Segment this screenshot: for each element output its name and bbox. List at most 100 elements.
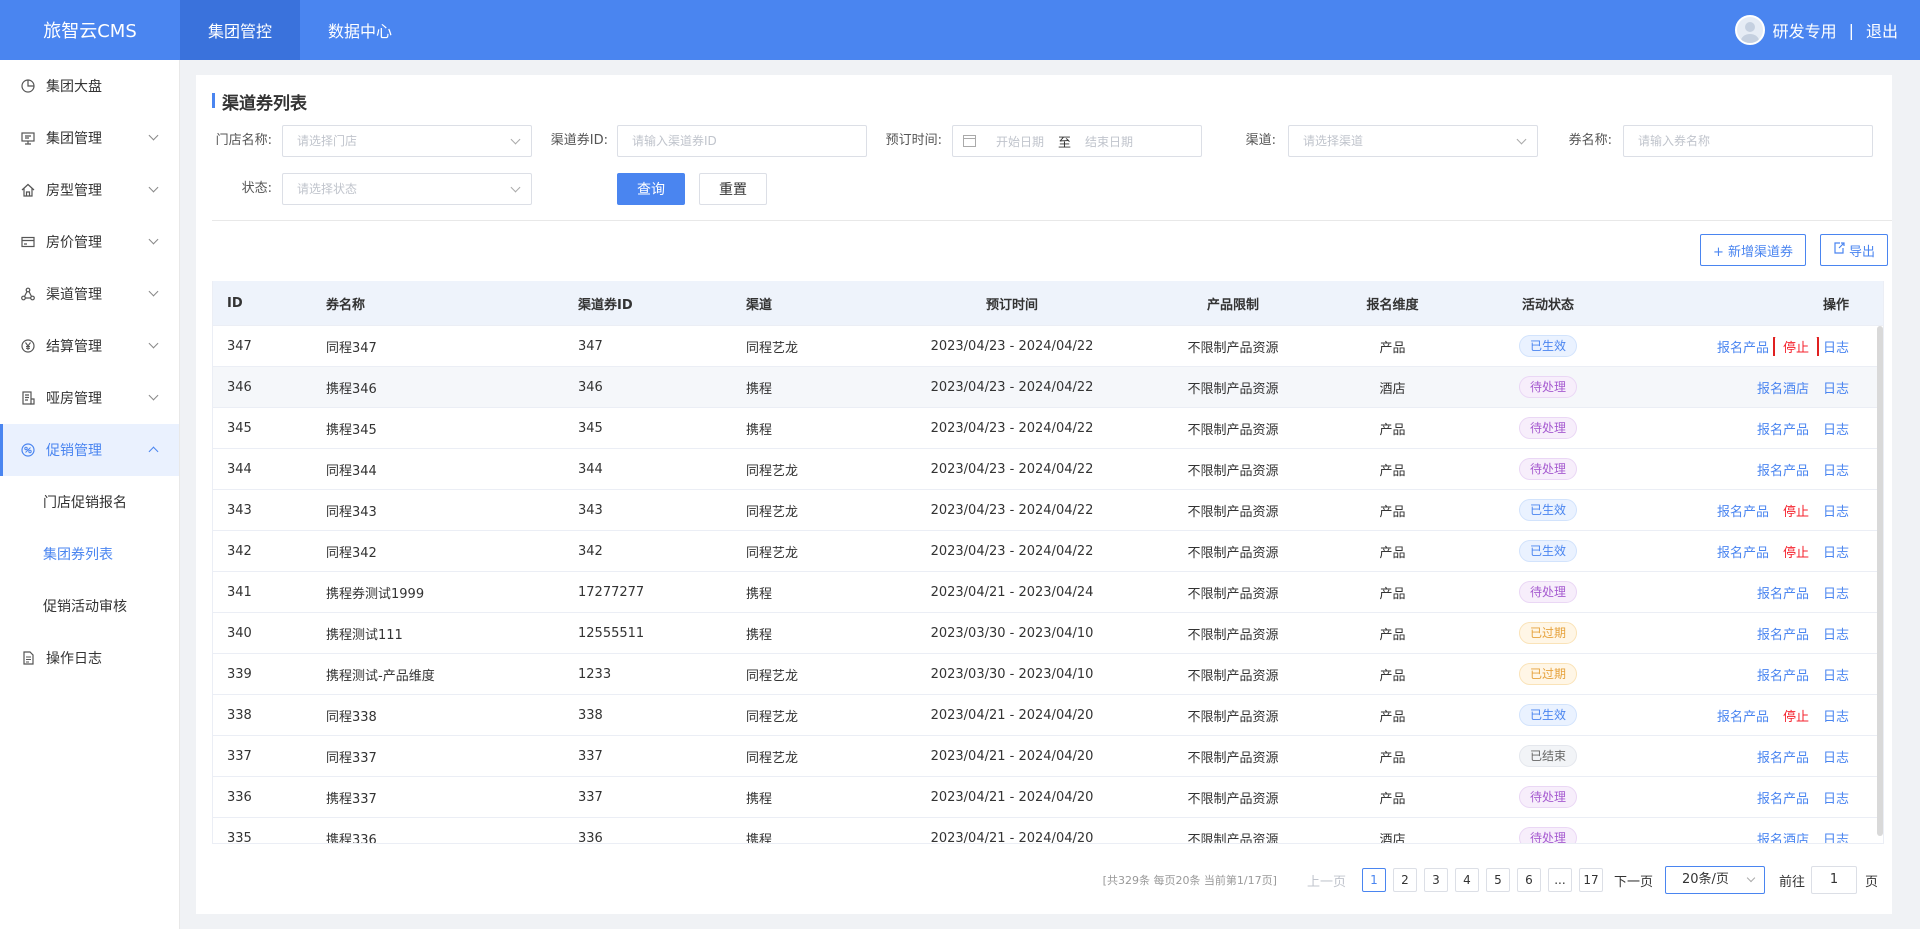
stop-link[interactable]: 停止 — [1783, 546, 1809, 561]
cell-dimension: 产品 — [1379, 586, 1406, 602]
log-link[interactable]: 日志 — [1823, 423, 1849, 438]
sidebar-subitem-store-promo-signup[interactable]: 门店促销报名 — [0, 476, 179, 528]
log-link[interactable]: 日志 — [1823, 464, 1849, 479]
table-row: 345 携程345 345 携程 2023/04/23 - 2024/04/22 不限制产… — [213, 408, 1883, 449]
signup-link[interactable]: 报名产品 — [1757, 628, 1809, 643]
cell-status: 待处理 — [1429, 417, 1667, 439]
signup-link[interactable]: 报名产品 — [1757, 587, 1809, 602]
log-link[interactable]: 日志 — [1823, 792, 1849, 807]
sidebar-item-promotion[interactable]: 促销管理 — [0, 424, 179, 476]
signup-link[interactable]: 报名产品 — [1717, 341, 1769, 356]
signup-link[interactable]: 报名酒店 — [1757, 833, 1809, 844]
signup-link[interactable]: 报名产品 — [1757, 751, 1809, 766]
page-button-6[interactable]: 6 — [1516, 868, 1541, 892]
channel-select[interactable]: 请选择渠道 — [1288, 125, 1538, 157]
cell-booking-time: 2023/03/30 - 2023/04/10 — [930, 625, 1094, 641]
sidebar-item-dummy-room[interactable]: 哑房管理 — [0, 372, 179, 424]
end-date-input[interactable]: 结束日期 — [1085, 133, 1133, 150]
cell-booking-time: 2023/04/21 - 2024/04/20 — [930, 707, 1094, 723]
next-page-button[interactable]: 下一页 — [1614, 871, 1653, 890]
signup-link[interactable]: 报名产品 — [1757, 464, 1809, 479]
page-ellipsis[interactable]: ... — [1547, 868, 1572, 892]
log-link[interactable]: 日志 — [1823, 669, 1849, 684]
sidebar-subitem-group-coupon-list[interactable]: 集团券列表 — [0, 528, 179, 580]
cell-dimension: 酒店 — [1379, 381, 1406, 397]
status-select[interactable]: 请选择状态 — [282, 173, 532, 205]
log-link[interactable]: 日志 — [1823, 628, 1849, 643]
signup-link[interactable]: 报名产品 — [1757, 423, 1809, 438]
cell-ops: 报名产品 停止 日志 — [1667, 542, 1867, 561]
user-name[interactable]: 研发专用 — [1773, 18, 1837, 42]
reset-button[interactable]: 重置 — [699, 173, 767, 205]
page-button-4[interactable]: 4 — [1454, 868, 1479, 892]
add-coupon-button[interactable]: + 新增渠道券 — [1700, 234, 1806, 266]
signup-link[interactable]: 报名产品 — [1717, 505, 1769, 520]
sidebar-item-operation-log[interactable]: 操作日志 — [0, 632, 179, 684]
cell-product-limit: 不限制产品资源 — [1187, 668, 1279, 684]
signup-link[interactable]: 报名产品 — [1757, 792, 1809, 807]
sidebar-item-settlement[interactable]: 结算管理 — [0, 320, 179, 372]
table-scrollbar[interactable] — [1877, 326, 1883, 836]
log-link[interactable]: 日志 — [1823, 505, 1849, 520]
sidebar-item-channel[interactable]: 渠道管理 — [0, 268, 179, 320]
brand-logo[interactable]: 旅智云CMS — [0, 17, 180, 43]
pie-chart-icon — [20, 78, 36, 94]
page-button-5[interactable]: 5 — [1485, 868, 1510, 892]
page-button-1[interactable]: 1 — [1361, 868, 1386, 892]
stop-link[interactable]: 停止 — [1783, 505, 1809, 520]
start-date-input[interactable]: 开始日期 — [996, 133, 1044, 150]
log-link[interactable]: 日志 — [1823, 587, 1849, 602]
cell-booking-time: 2023/04/21 - 2023/04/24 — [930, 584, 1094, 600]
stop-link[interactable]: 停止 — [1772, 336, 1819, 356]
prev-page-button[interactable]: 上一页 — [1307, 871, 1346, 890]
sidebar: 集团大盘 集团管理 房型管理 房价管理 渠道管理 结算管理 哑房管理 促销管理 … — [0, 60, 180, 929]
page-button-17[interactable]: 17 — [1578, 868, 1603, 892]
page-button-2[interactable]: 2 — [1392, 868, 1417, 892]
card-icon — [20, 234, 36, 250]
goto-page-input[interactable]: 1 — [1810, 866, 1857, 894]
cell-channel: 携程 — [746, 832, 773, 844]
sidebar-item-room-price[interactable]: 房价管理 — [0, 216, 179, 268]
page-button-3[interactable]: 3 — [1423, 868, 1448, 892]
cell-channel: 携程 — [746, 791, 773, 807]
signup-link[interactable]: 报名酒店 — [1757, 382, 1809, 397]
sidebar-item-group-management[interactable]: 集团管理 — [0, 112, 179, 164]
booking-date-range[interactable]: 开始日期 至 结束日期 — [952, 125, 1202, 157]
stop-link[interactable]: 停止 — [1783, 710, 1809, 725]
store-select[interactable]: 请选择门店 — [282, 125, 532, 157]
log-link[interactable]: 日志 — [1823, 751, 1849, 766]
signup-link[interactable]: 报名产品 — [1717, 710, 1769, 725]
cell-ops: 报名产品 停止 日志 — [1667, 336, 1867, 356]
page-size-select[interactable]: 20条/页 — [1664, 866, 1765, 894]
cell-id: 347 — [227, 338, 252, 354]
log-link[interactable]: 日志 — [1823, 382, 1849, 397]
cell-dimension: 酒店 — [1379, 832, 1406, 844]
sidebar-item-room-type[interactable]: 房型管理 — [0, 164, 179, 216]
cell-product-limit: 不限制产品资源 — [1187, 709, 1279, 725]
cell-name: 携程345 — [326, 422, 377, 438]
sidebar-subitem-promo-review[interactable]: 促销活动审核 — [0, 580, 179, 632]
query-button[interactable]: 查询 — [617, 173, 685, 205]
signup-link[interactable]: 报名产品 — [1717, 546, 1769, 561]
log-link[interactable]: 日志 — [1823, 546, 1849, 561]
topnav-group-control[interactable]: 集团管控 — [180, 0, 301, 60]
topnav-data-center[interactable]: 数据中心 — [300, 0, 420, 60]
export-button[interactable]: 导出 — [1820, 234, 1888, 266]
sidebar-item-group-dashboard[interactable]: 集团大盘 — [0, 60, 179, 112]
signup-link[interactable]: 报名产品 — [1757, 669, 1809, 684]
coupon-name-input[interactable]: 请输入券名称 — [1623, 125, 1873, 157]
cell-coupon-id: 338 — [578, 707, 603, 723]
logout-link[interactable]: 退出 — [1866, 18, 1898, 42]
avatar-icon[interactable] — [1734, 15, 1765, 45]
cell-id: 346 — [227, 379, 252, 395]
log-link[interactable]: 日志 — [1823, 341, 1849, 356]
cell-ops: 报名产品 日志 — [1667, 665, 1867, 684]
cell-status: 已过期 — [1429, 622, 1667, 644]
cell-id: 343 — [227, 502, 252, 518]
coupon-id-input[interactable]: 请输入渠道券ID — [617, 125, 867, 157]
log-link[interactable]: 日志 — [1823, 710, 1849, 725]
table-row: 346 携程346 346 携程 2023/04/23 - 2024/04/22 不限制产… — [213, 367, 1883, 408]
cell-channel: 携程 — [746, 627, 773, 643]
sidebar-item-label: 促销管理 — [46, 443, 102, 459]
log-link[interactable]: 日志 — [1823, 833, 1849, 844]
